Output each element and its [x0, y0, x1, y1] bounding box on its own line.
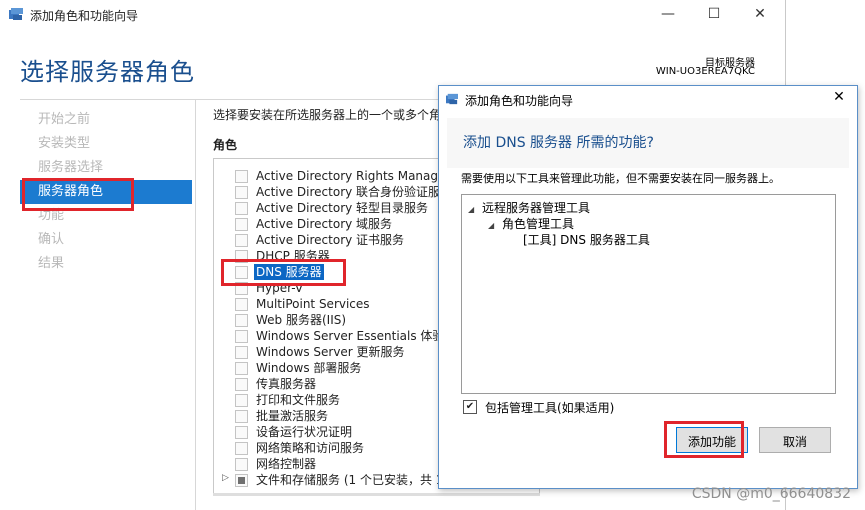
role-checkbox[interactable]	[235, 426, 248, 439]
role-label: 网络策略和访问服务	[256, 441, 365, 455]
title-bar: 添加角色和功能向导 — ☐ ✕	[0, 0, 785, 30]
maximize-button[interactable]: ☐	[691, 0, 737, 30]
role-label: 设备运行状况证明	[256, 425, 353, 439]
tree-item-label: 远程服务器管理工具	[482, 201, 591, 215]
highlight-server-roles	[22, 178, 134, 211]
tree-item-role-tools[interactable]: ◢ 角色管理工具	[488, 215, 574, 232]
role-checkbox[interactable]	[235, 202, 248, 215]
role-label: 批量激活服务	[256, 409, 329, 423]
role-checkbox[interactable]	[235, 362, 248, 375]
role-checkbox[interactable]	[235, 186, 248, 199]
role-checkbox[interactable]	[235, 394, 248, 407]
nav-divider	[195, 100, 196, 510]
role-label: 打印和文件服务	[256, 393, 341, 407]
expand-arrow-icon[interactable]: ▷	[222, 473, 229, 483]
role-checkbox[interactable]	[235, 474, 248, 487]
roles-horizontal-scrollbar[interactable]	[213, 493, 540, 496]
role-label: Windows 部署服务	[256, 361, 362, 375]
tree-item-rsat[interactable]: ◢ 远程服务器管理工具	[468, 199, 590, 216]
tree-item-dns-tools[interactable]: [工具] DNS 服务器工具	[523, 231, 650, 248]
roles-heading: 角色	[213, 138, 238, 152]
watermark: CSDN @m0_66640832	[691, 486, 851, 502]
role-label: Windows Server Essentials 体验	[256, 329, 445, 343]
role-label: Web 服务器(IIS)	[256, 313, 347, 327]
highlight-dns-server	[221, 259, 346, 286]
nav-item-confirmation[interactable]: 确认	[20, 228, 192, 252]
add-features-dialog: 添加角色和功能向导 ✕ 添加 DNS 服务器 所需的功能? 需要使用以下工具来管…	[438, 85, 858, 489]
dialog-title: 添加角色和功能向导	[465, 94, 574, 108]
role-label: 文件和存储服务 (1 个已安装，共 1	[256, 473, 444, 487]
minimize-button[interactable]: —	[645, 0, 691, 30]
role-label: Active Directory 联合身份验证服务	[256, 185, 453, 199]
nav-item-before-you-begin[interactable]: 开始之前	[20, 108, 192, 132]
features-tree[interactable]: ◢ 远程服务器管理工具 ◢ 角色管理工具 [工具] DNS 服务器工具	[461, 194, 836, 394]
role-checkbox[interactable]	[235, 218, 248, 231]
role-label: Active Directory 域服务	[256, 217, 393, 231]
role-label: Windows Server 更新服务	[256, 345, 405, 359]
role-label: 网络控制器	[256, 457, 317, 471]
role-checkbox[interactable]	[235, 458, 248, 471]
nav-item-installation-type[interactable]: 安装类型	[20, 132, 192, 156]
tree-item-label: 角色管理工具	[502, 217, 575, 231]
include-tools-checkbox[interactable]: ✔	[463, 400, 477, 414]
role-checkbox[interactable]	[235, 378, 248, 391]
server-manager-icon	[446, 93, 458, 105]
cancel-button[interactable]: 取消	[759, 427, 831, 453]
role-checkbox[interactable]	[235, 298, 248, 311]
role-checkbox[interactable]	[235, 346, 248, 359]
role-label: 传真服务器	[256, 377, 317, 391]
role-checkbox[interactable]	[235, 410, 248, 423]
role-label: Active Directory 证书服务	[256, 233, 405, 247]
role-checkbox[interactable]	[235, 442, 248, 455]
roles-instruction: 选择要安装在所选服务器上的一个或多个角	[213, 108, 442, 122]
dialog-description: 需要使用以下工具来管理此功能，但不需要安装在同一服务器上。	[461, 172, 780, 185]
dialog-close-button[interactable]: ✕	[829, 89, 849, 105]
tree-expanded-icon[interactable]: ◢	[488, 221, 502, 230]
role-label: Active Directory Rights Manage	[256, 169, 446, 183]
window-title: 添加角色和功能向导	[30, 9, 139, 23]
role-checkbox[interactable]	[235, 330, 248, 343]
role-label: MultiPoint Services	[256, 297, 370, 311]
close-button[interactable]: ✕	[737, 0, 783, 30]
role-label: Active Directory 轻型目录服务	[256, 201, 429, 215]
role-checkbox[interactable]	[235, 170, 248, 183]
nav-item-server-selection[interactable]: 服务器选择	[20, 156, 192, 180]
destination-server-name: WIN-UO3EREA7QKC	[655, 66, 755, 77]
role-checkbox[interactable]	[235, 314, 248, 327]
dialog-heading: 添加 DNS 服务器 所需的功能?	[463, 135, 654, 151]
include-tools-label: 包括管理工具(如果适用)	[485, 401, 615, 415]
tree-expanded-icon[interactable]: ◢	[468, 205, 482, 214]
server-manager-icon	[9, 8, 23, 20]
role-checkbox[interactable]	[235, 234, 248, 247]
highlight-add-features	[664, 421, 744, 458]
nav-item-results[interactable]: 结果	[20, 252, 192, 276]
page-title: 选择服务器角色	[20, 58, 195, 86]
